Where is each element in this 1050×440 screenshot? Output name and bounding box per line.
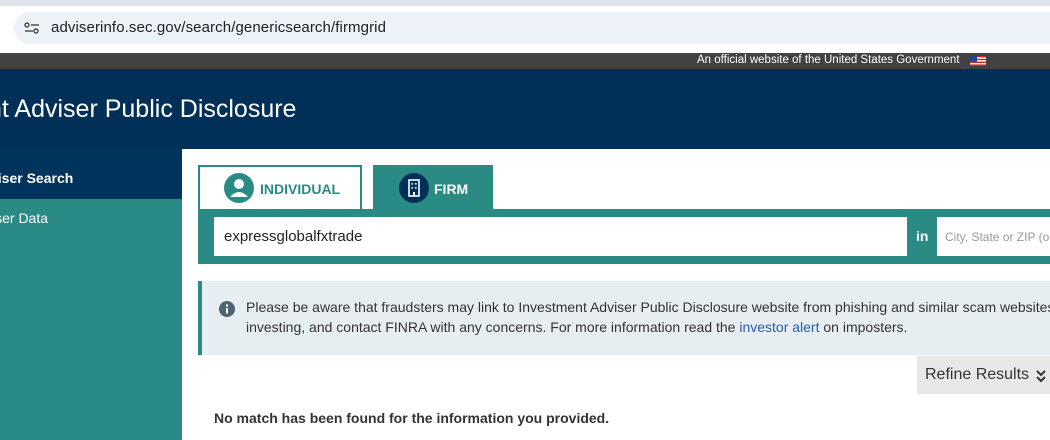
in-label: in [916,228,929,244]
site-title[interactable]: nt Adviser Public Disclosure [0,95,296,124]
double-chevron-down-icon[interactable] [1035,369,1047,383]
fraud-alert: Please be aware that fraudsters may link… [198,281,1050,355]
building-icon [399,173,429,203]
no-match-message: No match has been found for the informat… [214,410,610,426]
us-flag-icon [970,56,986,66]
person-icon [224,173,254,203]
refine-results-button[interactable]: Refine Results [917,356,1050,394]
alert-line-2-end: on imposters. [819,319,908,335]
refine-results-label[interactable]: Refine Results [925,366,1029,384]
site-header: nt Adviser Public Disclosure [0,69,1050,149]
gov-banner: An official website of the United States… [0,53,1050,69]
search-bar: in [198,209,1050,264]
investor-alert-link[interactable]: investor alert [739,319,819,335]
gov-banner-text: An official website of the United States… [697,54,960,66]
tab-firm[interactable]: FIRM [373,165,493,211]
info-icon [219,301,235,317]
sidebar-item-label[interactable]: viser Search [0,170,73,186]
location-input[interactable] [937,217,1050,256]
sidebar-item-adviser-data[interactable]: iser Data [0,210,48,226]
alert-line-2-start: investing, and contact FINRA with any co… [246,319,740,335]
tab-individual[interactable]: INDIVIDUAL [198,165,362,210]
site-info-icon[interactable] [24,21,40,35]
url-text[interactable]: adviserinfo.sec.gov/search/genericsearch… [51,19,386,36]
alert-text: Please be aware that fraudsters may link… [246,297,1050,337]
tab-individual-label[interactable]: INDIVIDUAL [260,181,340,197]
alert-line-2: investing, and contact FINRA with any co… [246,317,1050,337]
search-input[interactable] [214,217,907,256]
sidebar-item-adviser-search[interactable]: viser Search [0,149,182,199]
tab-firm-label[interactable]: FIRM [434,181,468,197]
alert-line-1: Please be aware that fraudsters may link… [246,299,1050,315]
sidebar: viser Search iser Data [0,149,182,440]
address-bar[interactable]: adviserinfo.sec.gov/search/genericsearch… [0,6,1050,50]
